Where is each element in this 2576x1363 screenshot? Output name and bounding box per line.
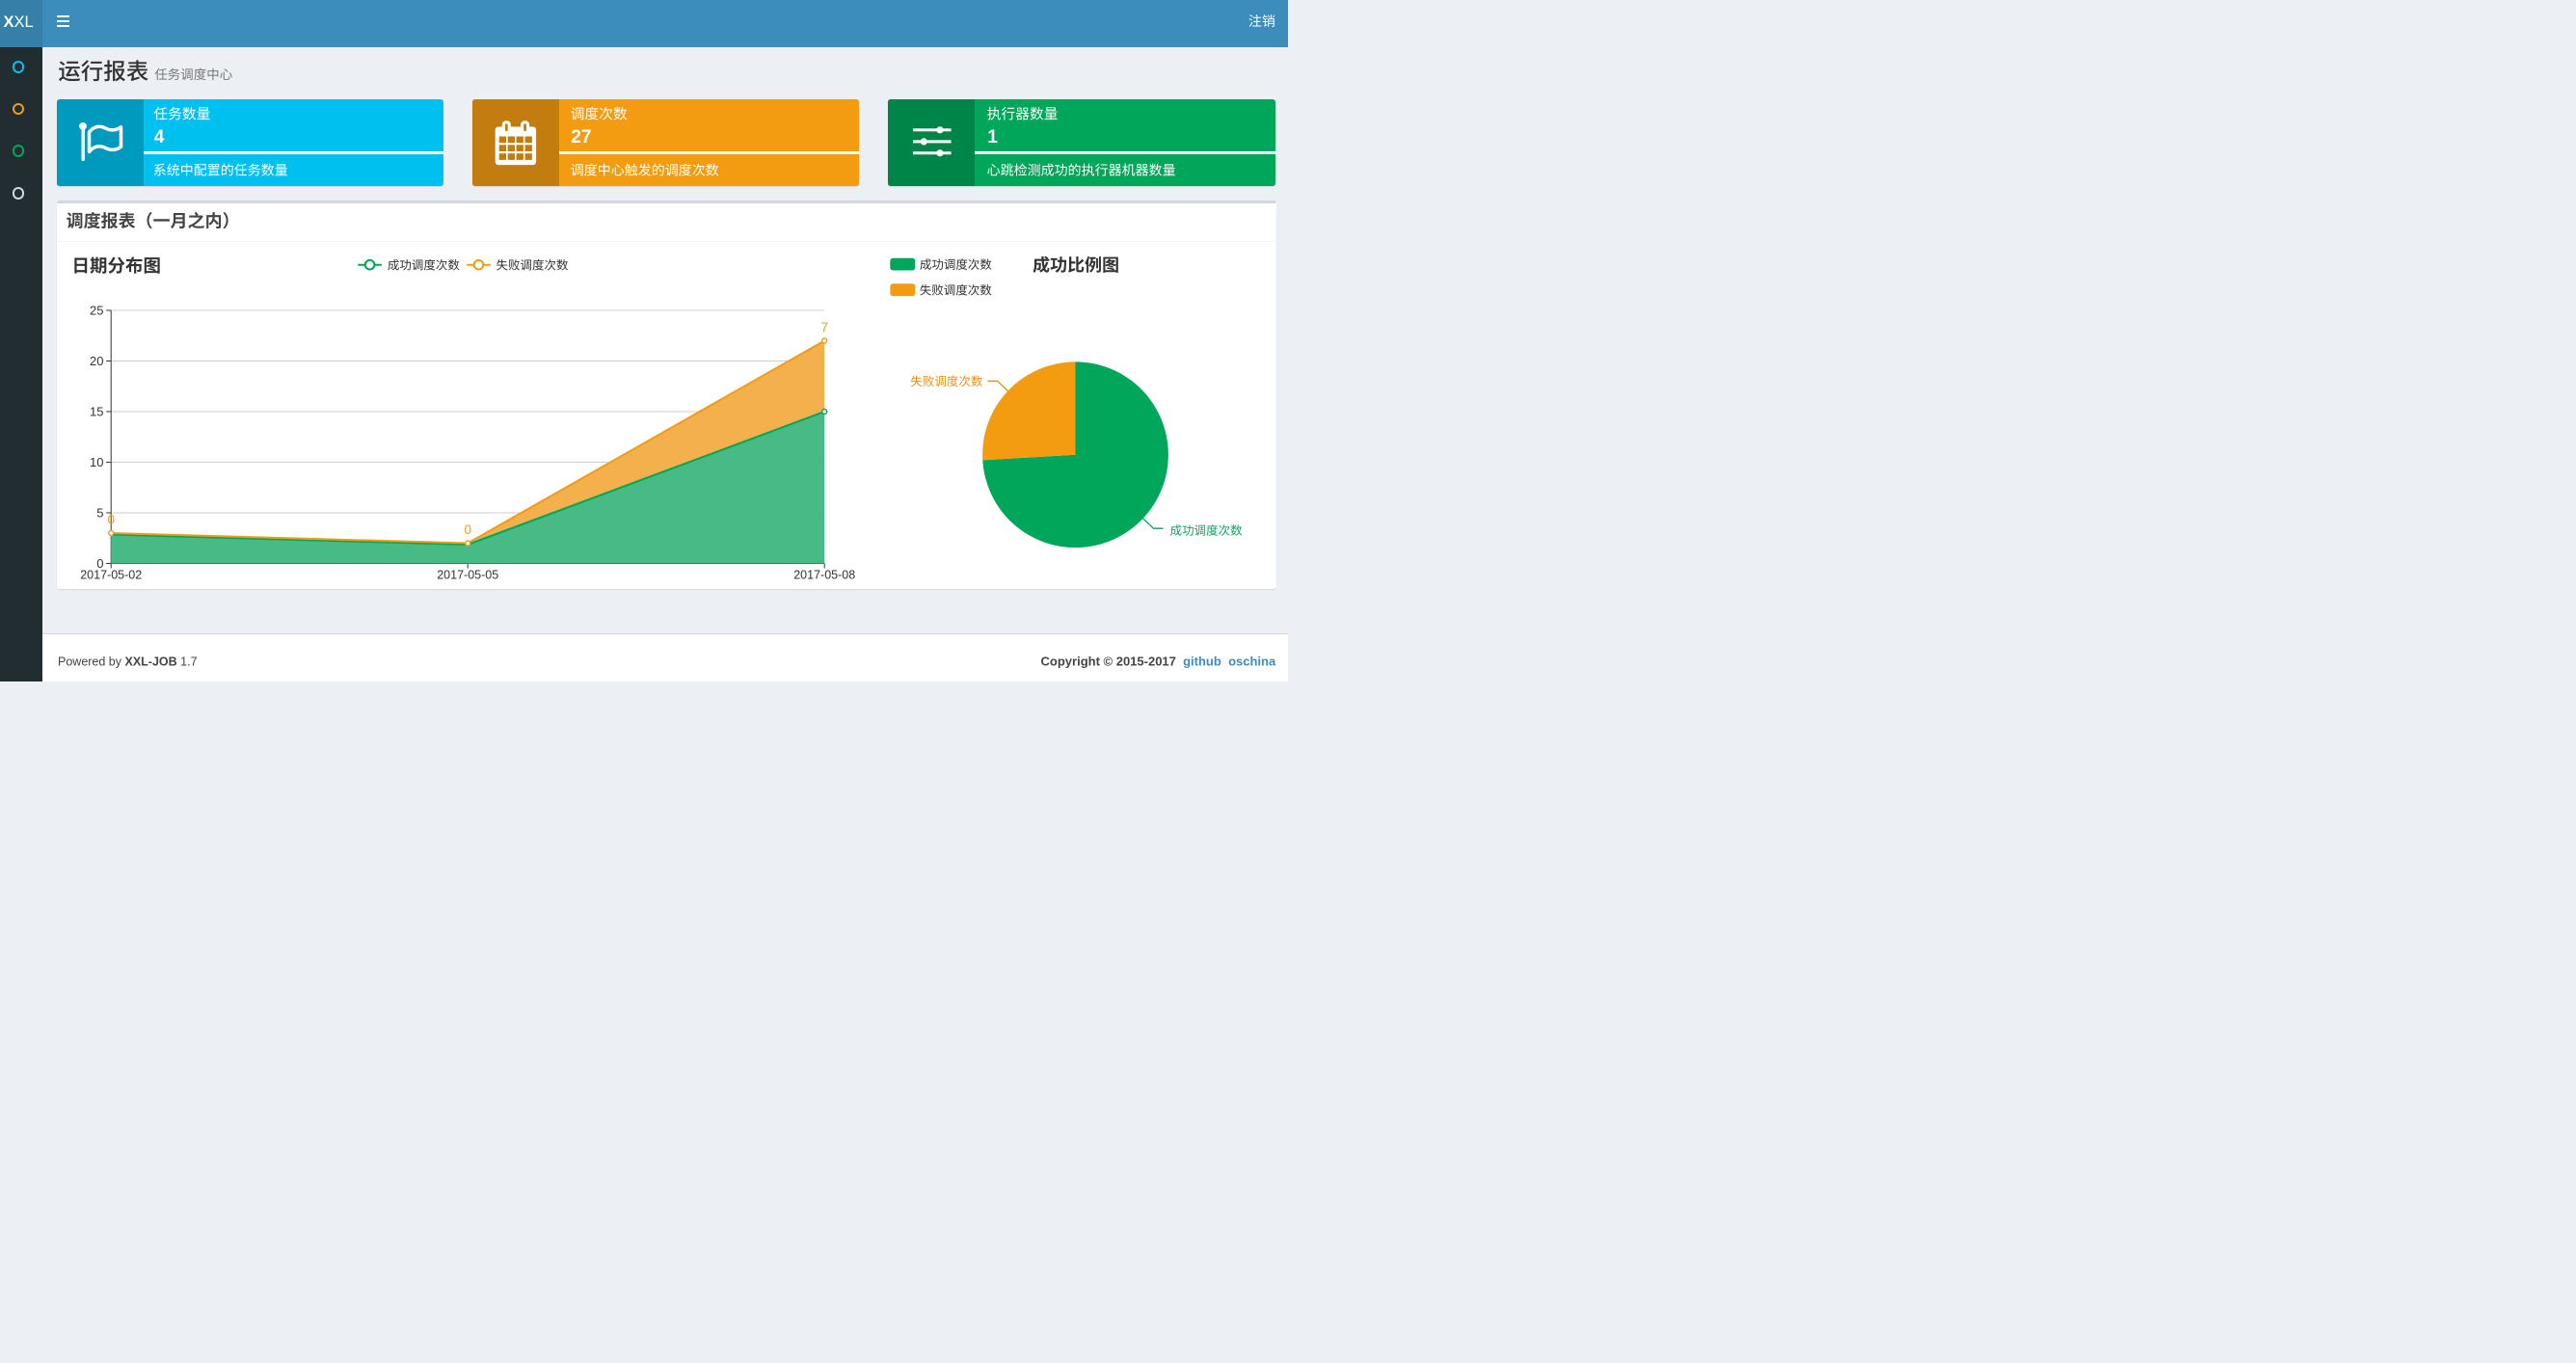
svg-text:5: 5 [96,506,103,521]
svg-text:Copyright © 2015-2017 github: Copyright © 2015-2017 github oschina [1041,655,1276,669]
svg-text:2017-05-02: 2017-05-02 [80,569,142,582]
svg-text:0: 0 [107,513,115,527]
svg-text:25: 25 [90,304,103,318]
svg-text:2017-05-05: 2017-05-05 [437,569,498,582]
svg-text:0: 0 [464,522,471,537]
svg-text:2017-05-08: 2017-05-08 [793,569,855,582]
svg-text:7: 7 [820,320,828,334]
svg-text:20: 20 [90,354,103,368]
svg-text:XXL: XXL [4,13,34,31]
svg-text:10: 10 [90,455,103,469]
svg-text:4: 4 [154,127,165,147]
svg-text:27: 27 [571,127,591,147]
svg-text:1: 1 [987,127,998,147]
svg-text:15: 15 [90,405,103,419]
svg-text:Powered by XXL-JOB 1.7: Powered by XXL-JOB 1.7 [58,655,198,669]
